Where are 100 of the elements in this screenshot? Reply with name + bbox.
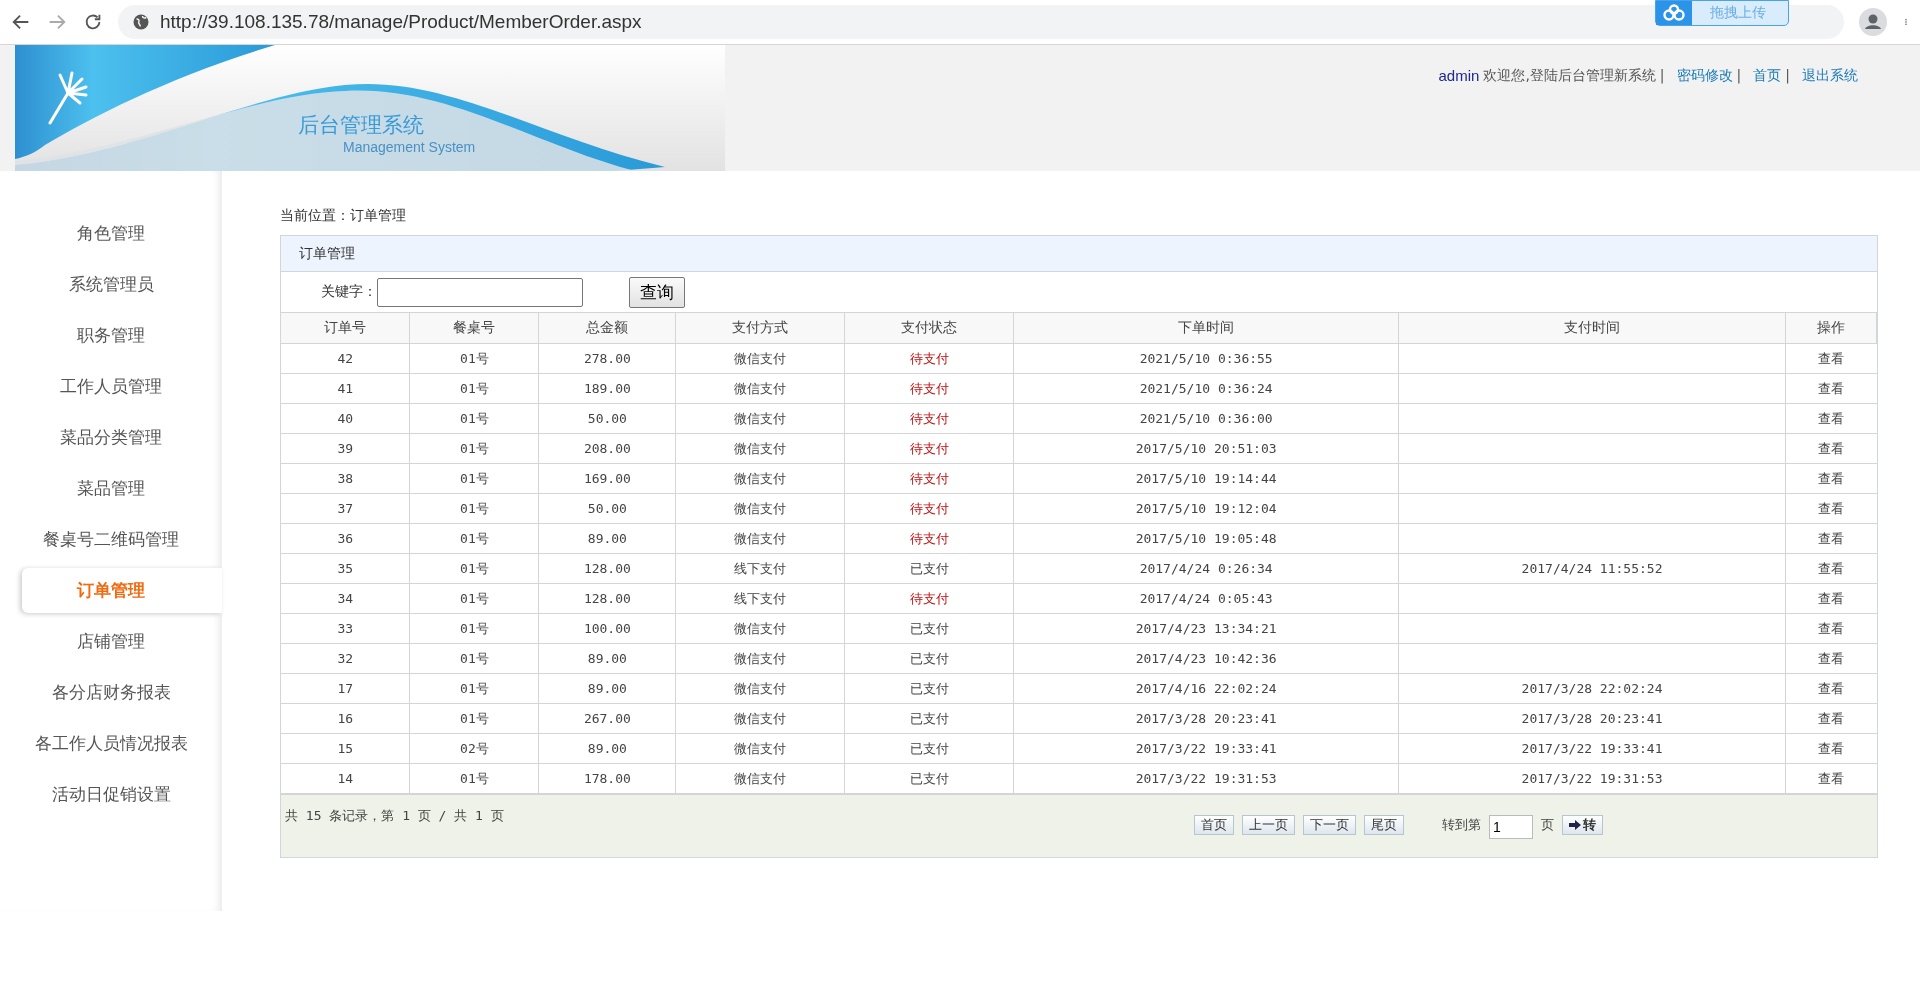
globe-icon [132, 13, 150, 31]
sidebar-item[interactable]: 系统管理员 [22, 262, 222, 307]
sidebar-item[interactable]: 各分店财务报表 [22, 670, 222, 715]
table-cell: 2017/3/28 22:02:24 [1398, 673, 1786, 704]
cloud-icon [1662, 4, 1686, 22]
arrow-icon [1569, 820, 1581, 830]
panel-title: 订单管理 [281, 236, 1877, 272]
table-cell: 2017/4/24 0:26:34 [1013, 553, 1399, 584]
table-cell: 01号 [409, 433, 539, 464]
sidebar-item[interactable]: 菜品管理 [22, 466, 222, 511]
table-cell: 14 [281, 763, 410, 794]
table-cell: 已支付 [844, 733, 1014, 764]
table-cell: 40 [281, 403, 410, 434]
table-cell: 微信支付 [675, 463, 845, 494]
table-cell: 34 [281, 583, 410, 614]
table-cell: 2017/3/22 19:31:53 [1013, 763, 1399, 794]
table-cell: 2017/5/10 19:12:04 [1013, 493, 1399, 524]
page-suffix: 页 [1541, 816, 1554, 834]
table-cell: 微信支付 [675, 343, 845, 374]
column-header: 操作 [1785, 312, 1877, 344]
table-cell: 已支付 [844, 703, 1014, 734]
header-link[interactable]: 首页 [1753, 67, 1782, 171]
table-cell: 微信支付 [675, 373, 845, 404]
header-link[interactable]: 退出系统 [1802, 67, 1858, 171]
breadcrumb: 当前位置：订单管理 [280, 207, 407, 225]
table-cell: 2017/5/10 19:14:44 [1013, 463, 1399, 494]
sidebar-item[interactable]: 工作人员管理 [22, 364, 222, 409]
table-cell: 01号 [409, 493, 539, 524]
pager-button[interactable]: 尾页 [1364, 815, 1404, 835]
table-cell: 128.00 [538, 583, 676, 614]
table-cell: 01号 [409, 343, 539, 374]
table-cell: 2017/3/22 19:33:41 [1013, 733, 1399, 764]
username: admin [1438, 67, 1480, 86]
table-cell: 32 [281, 643, 410, 674]
table-cell: 微信支付 [675, 733, 845, 764]
table-cell: 微信支付 [675, 493, 845, 524]
table-cell: 2017/4/24 11:55:52 [1398, 553, 1786, 584]
pager-button[interactable]: 首页 [1194, 815, 1234, 835]
sidebar-item[interactable]: 各工作人员情况报表 [22, 721, 222, 766]
table-cell: 01号 [409, 553, 539, 584]
table-cell: 39 [281, 433, 410, 464]
column-header: 支付方式 [675, 312, 845, 344]
separator: | [1659, 67, 1665, 86]
table-cell: 微信支付 [675, 433, 845, 464]
table-cell: 278.00 [538, 343, 676, 374]
column-header: 支付状态 [844, 312, 1014, 344]
go-button[interactable]: 转 [1562, 815, 1603, 835]
pager-button[interactable]: 下一页 [1303, 815, 1356, 835]
table-cell: 01号 [409, 403, 539, 434]
table-cell: 50.00 [538, 493, 676, 524]
table-cell: 线下支付 [675, 553, 845, 584]
table-cell: 01号 [409, 673, 539, 704]
sidebar-item[interactable]: 角色管理 [22, 211, 222, 256]
column-header: 餐桌号 [409, 312, 539, 344]
table-cell: 2021/5/10 0:36:00 [1013, 403, 1399, 434]
record-summary: 共 15 条记录，第 1 页 / 共 1 页 [285, 807, 504, 825]
table-cell: 已支付 [844, 613, 1014, 644]
table-cell: 2017/3/28 20:23:41 [1013, 703, 1399, 734]
table-cell: 待支付 [844, 403, 1014, 434]
table-cell: 微信支付 [675, 643, 845, 674]
sidebar-item[interactable]: 店铺管理 [22, 619, 222, 664]
table-cell: 89.00 [538, 733, 676, 764]
table-cell: 16 [281, 703, 410, 734]
table-cell: 42 [281, 343, 410, 374]
table-cell: 微信支付 [675, 763, 845, 794]
table-cell: 待支付 [844, 583, 1014, 614]
header-link[interactable]: 密码修改 [1676, 67, 1733, 171]
table-cell: 2021/5/10 0:36:24 [1013, 373, 1399, 404]
table-cell: 01号 [409, 613, 539, 644]
goto-label: 转到第 [1442, 816, 1481, 834]
table-cell: 2017/5/10 19:05:48 [1013, 523, 1399, 554]
table-cell: 微信支付 [675, 403, 845, 434]
sidebar-item[interactable]: 菜品分类管理 [22, 415, 222, 460]
search-field[interactable] [377, 277, 583, 307]
sidebar-item[interactable]: 活动日促销设置 [22, 772, 222, 817]
table-cell: 89.00 [538, 523, 676, 554]
table-cell: 已支付 [844, 643, 1014, 674]
table-cell: 2017/4/16 22:02:24 [1013, 673, 1399, 704]
table-cell: 189.00 [538, 373, 676, 404]
table-cell: 89.00 [538, 673, 676, 704]
separator: | [1736, 67, 1742, 86]
table-cell: 待支付 [844, 433, 1014, 464]
pager-button[interactable]: 上一页 [1242, 815, 1295, 835]
table-cell: 01号 [409, 583, 539, 614]
table-cell: 178.00 [538, 763, 676, 794]
dandelion-icon [48, 71, 88, 125]
table-cell: 2017/3/22 19:31:53 [1398, 763, 1786, 794]
table-cell: 01号 [409, 373, 539, 404]
separator: | [1785, 67, 1790, 86]
table-cell: 36 [281, 523, 410, 554]
table-cell: 待支付 [844, 343, 1014, 374]
table-cell: 169.00 [538, 463, 676, 494]
sidebar-item[interactable]: 餐桌号二维码管理 [22, 517, 222, 562]
table-cell: 41 [281, 373, 410, 404]
table-cell: 已支付 [844, 673, 1014, 704]
page-field[interactable]: 1 [1489, 815, 1533, 839]
table-cell: 待支付 [844, 523, 1014, 554]
search-button[interactable]: 查询 [629, 276, 685, 308]
sidebar-item[interactable]: 职务管理 [22, 313, 222, 358]
profile-icon[interactable] [1858, 7, 1888, 37]
